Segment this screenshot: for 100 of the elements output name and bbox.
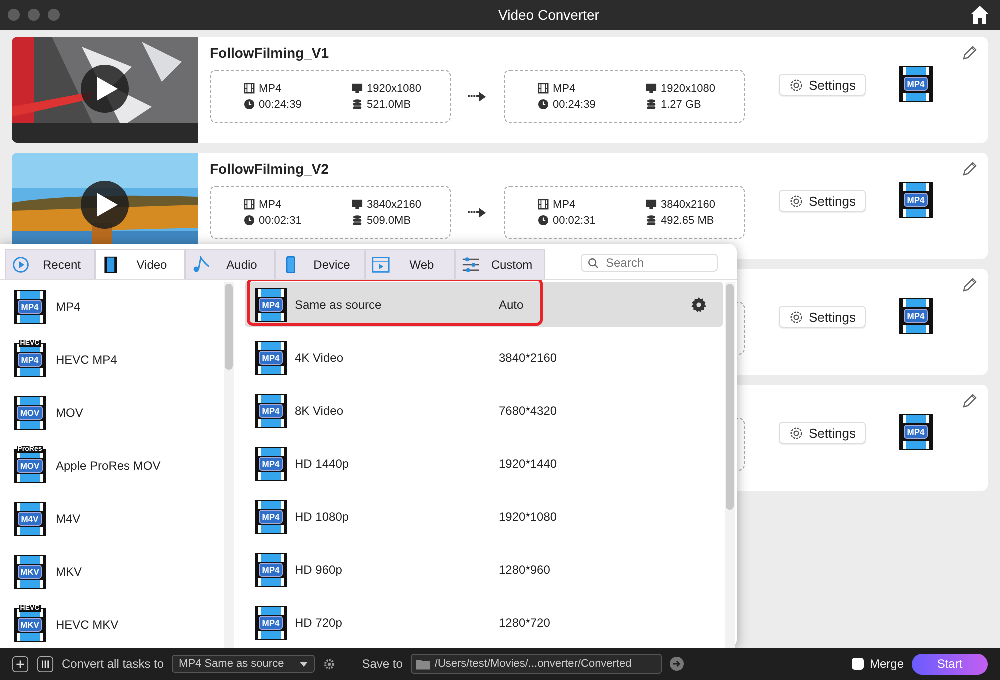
database-icon [646,99,657,110]
edit-icon[interactable] [962,277,978,293]
format-tab[interactable]: Recent [5,249,95,279]
format-list-item[interactable]: M4V M4V [0,492,222,545]
film-format-icon: MP4 [255,288,287,322]
arrow-icon [468,208,487,218]
convert-label: Convert all tasks to [62,657,164,671]
resolution-text: 3840x2160 [352,198,450,210]
film-format-icon: MP4 [898,66,933,102]
film-icon [538,83,549,94]
film-format-icon: MP4 [898,414,933,450]
search-field[interactable]: Search [581,254,718,272]
format-list-item[interactable]: MOV MOV [0,386,222,439]
format-tab[interactable]: Video [95,249,185,279]
duration-text: 00:02:31 [538,214,646,226]
monitor-icon [352,199,363,210]
clock-icon [244,99,255,110]
settings-button[interactable]: Settings [779,74,866,96]
database-icon [352,99,363,110]
settings-icon [789,310,804,324]
settings-button[interactable]: Settings [779,306,866,328]
monitor-icon [352,83,363,94]
file-name: FollowFilming_V2 [210,161,330,177]
list-icon[interactable] [37,656,54,672]
preset-row[interactable]: MP4 HD 960p 1280*960 [245,547,723,592]
search-icon [588,258,599,268]
file-name: FollowFilming_V1 [210,45,330,61]
preset-row[interactable]: MP4 HD 720p 1280*720 [245,600,723,645]
clock-icon [244,215,255,226]
start-button[interactable]: Start [912,654,988,674]
arrow-icon [468,92,487,102]
web-player-icon [372,256,390,274]
film-format-icon: MP4 [255,552,287,586]
duration-text: 00:02:31 [244,214,352,226]
arrow-circle-icon[interactable] [670,657,684,671]
database-icon [352,215,363,226]
film-format-icon: MKV [14,554,46,588]
film-icon [244,199,255,210]
preset-row[interactable]: MP4 8K Video 7680*4320 [245,388,723,433]
settings-icon[interactable] [323,658,336,670]
file-size-text: 521.0MB [352,98,450,110]
preset-row[interactable]: MP4 Same as source Auto [245,282,723,327]
format-tab[interactable]: Custom [455,249,545,279]
save-label: Save to [362,657,403,671]
file-size-text: 1.27 GB [646,98,744,110]
format-text: MP4 [538,82,646,94]
preset-row[interactable]: MP4 4K Video 3840*2160 [245,335,723,380]
settings-icon [789,194,804,208]
music-note-icon [192,256,210,274]
film-format-icon: MP4 [255,446,287,480]
duration-text: 00:24:39 [244,98,352,110]
database-icon [646,215,657,226]
format-list-item[interactable]: MKV MKV [0,545,222,598]
format-tab[interactable]: Audio [185,249,275,279]
settings-button[interactable]: Settings [779,422,866,444]
home-icon[interactable] [970,5,990,25]
resolution-text: 1920x1080 [646,82,744,94]
monitor-icon [646,83,657,94]
folder-icon [416,658,430,670]
add-icon[interactable] [12,656,29,672]
caret-icon [300,662,308,666]
window-title: Video Converter [498,7,600,23]
preset-row[interactable]: MP4 HD 1080p 1920*1080 [245,494,723,539]
edit-icon[interactable] [962,45,978,61]
duration-text: 00:24:39 [538,98,646,110]
clock-icon [538,99,549,110]
format-tab[interactable]: Device [275,249,365,279]
film-format-icon: MP4 [255,340,287,374]
scrollbar-thumb[interactable] [726,284,734,510]
format-text: MP4 [244,198,352,210]
format-tab[interactable]: Web [365,249,455,279]
settings-icon [789,426,804,440]
edit-icon[interactable] [962,393,978,409]
edit-icon[interactable] [962,161,978,177]
film-format-icon: MP4 [255,394,287,428]
film-format-icon: MP4 [14,290,46,324]
save-path-field[interactable]: /Users/test/Movies/...onverter/Converted [410,654,662,674]
merge-checkbox[interactable]: Merge [852,657,904,671]
film-format-icon: M4V [14,502,46,536]
settings-icon [789,78,804,92]
clock-icon [538,215,549,226]
format-text: MP4 [244,82,352,94]
resolution-text: 1920x1080 [352,82,450,94]
monitor-icon [646,199,657,210]
film-format-icon: MP4 [898,298,933,334]
format-list-item[interactable]: MP4 MP4 [0,280,222,333]
film-format-icon: MP4 [898,182,933,218]
settings-button[interactable]: Settings [779,190,866,212]
history-icon [12,256,30,274]
scrollbar-thumb[interactable] [225,284,233,370]
preset-row[interactable]: MP4 HD 1440p 1920*1440 [245,441,723,486]
resolution-text: 3840x2160 [646,198,744,210]
film-format-icon: MP4 [255,606,287,640]
settings-icon[interactable] [691,296,707,312]
format-dropdown[interactable]: MP4 Same as source [172,655,316,673]
sliders-icon [462,256,480,274]
film-icon [102,256,120,274]
film-format-icon: MP4 [255,500,287,534]
film-icon [538,199,549,210]
format-text: MP4 [538,198,646,210]
